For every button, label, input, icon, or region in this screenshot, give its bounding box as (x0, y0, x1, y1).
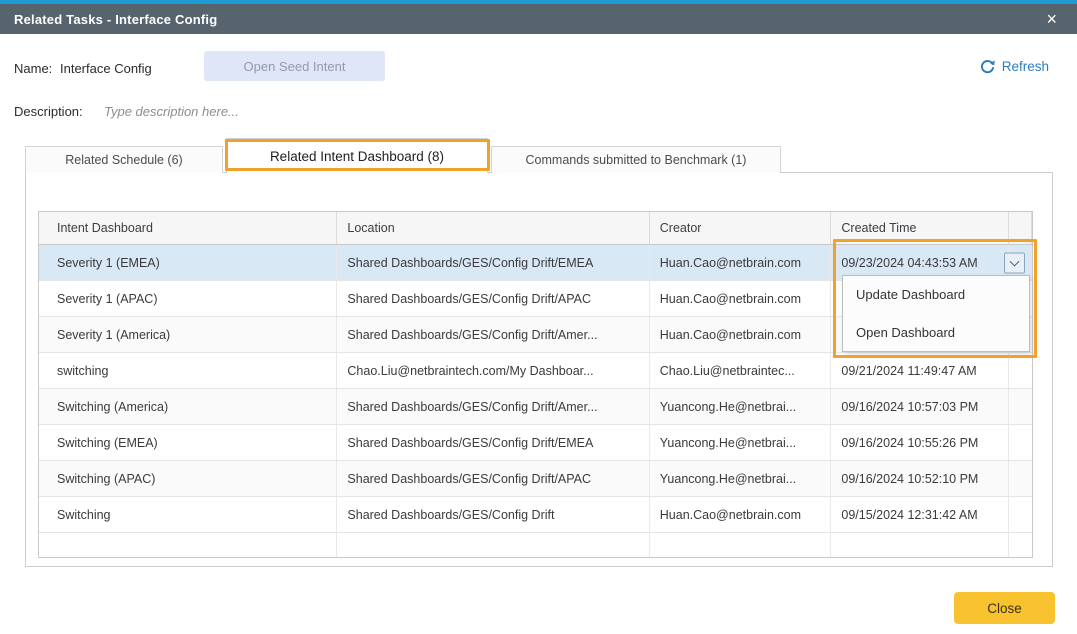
column-header-location[interactable]: Location (337, 212, 649, 244)
refresh-icon (980, 59, 995, 74)
table-row[interactable]: Switching (EMEA) Shared Dashboards/GES/C… (39, 425, 1032, 461)
refresh-label: Refresh (1002, 59, 1049, 74)
dialog-title: Related Tasks - Interface Config (14, 12, 217, 27)
cell-spacer (1009, 425, 1032, 460)
column-header-intent-dashboard[interactable]: Intent Dashboard (39, 212, 337, 244)
cell-creator: Chao.Liu@netbraintec... (650, 353, 832, 388)
created-time-value: 09/23/2024 04:43:53 AM (841, 256, 977, 270)
tab-commands-benchmark[interactable]: Commands submitted to Benchmark (1) (491, 146, 781, 173)
tab-related-schedule[interactable]: Related Schedule (6) (25, 146, 223, 173)
cell-spacer (1009, 353, 1032, 388)
cell-intent-dashboard: Severity 1 (America) (39, 317, 337, 352)
cell-location: Chao.Liu@netbraintech.com/My Dashboar... (337, 353, 649, 388)
cell-creator: Huan.Cao@netbrain.com (650, 317, 832, 352)
cell-location: Shared Dashboards/GES/Config Drift/APAC (337, 281, 649, 316)
cell-spacer (1009, 389, 1032, 424)
cell-creator: Huan.Cao@netbrain.com (650, 245, 832, 280)
cell-location: Shared Dashboards/GES/Config Drift/Amer.… (337, 317, 649, 352)
table-row[interactable]: Switching (America) Shared Dashboards/GE… (39, 389, 1032, 425)
cell-created-time: 09/16/2024 10:55:26 PM (831, 425, 1009, 460)
cell-creator: Yuancong.He@netbrai... (650, 461, 832, 496)
close-button[interactable]: Close (954, 592, 1055, 624)
cell-location: Shared Dashboards/GES/Config Drift/EMEA (337, 425, 649, 460)
cell-creator: Yuancong.He@netbrai... (650, 425, 832, 460)
table-header-row: Intent Dashboard Location Creator Create… (39, 212, 1032, 245)
intent-dashboard-table: Intent Dashboard Location Creator Create… (38, 211, 1033, 558)
cell-intent-dashboard: Switching (America) (39, 389, 337, 424)
cell-location: Shared Dashboards/GES/Config Drift/APAC (337, 461, 649, 496)
row-actions-dropdown-button[interactable] (1004, 252, 1025, 273)
cell-creator: Huan.Cao@netbrain.com (650, 497, 832, 532)
row-actions-dropdown-menu: Update Dashboard Open Dashboard (842, 275, 1030, 352)
column-header-created-time[interactable]: Created Time (831, 212, 1009, 244)
cell-intent-dashboard: Severity 1 (APAC) (39, 281, 337, 316)
cell-location: Shared Dashboards/GES/Config Drift/Amer.… (337, 389, 649, 424)
table-row[interactable]: switching Chao.Liu@netbraintech.com/My D… (39, 353, 1032, 389)
cell-created-time: 09/16/2024 10:52:10 PM (831, 461, 1009, 496)
cell-spacer (1009, 497, 1032, 532)
chevron-down-icon (1010, 256, 1020, 266)
tab-strip: Related Schedule (6) Related Intent Dash… (25, 138, 784, 173)
description-label: Description: (14, 104, 83, 119)
cell-location: Shared Dashboards/GES/Config Drift/EMEA (337, 245, 649, 280)
cell-created-time: 09/21/2024 11:49:47 AM (831, 353, 1009, 388)
cell-intent-dashboard: switching (39, 353, 337, 388)
column-header-spacer (1009, 212, 1032, 244)
cell-creator: Huan.Cao@netbrain.com (650, 281, 832, 316)
tab-related-intent-dashboard[interactable]: Related Intent Dashboard (8) (226, 138, 488, 173)
refresh-button[interactable]: Refresh (980, 59, 1049, 74)
cell-created-time: 09/15/2024 12:31:42 AM (831, 497, 1009, 532)
cell-intent-dashboard: Switching (39, 497, 337, 532)
cell-spacer (1009, 461, 1032, 496)
open-seed-intent-button[interactable]: Open Seed Intent (204, 51, 385, 81)
description-input[interactable]: Type description here... (104, 104, 404, 119)
cell-intent-dashboard: Switching (APAC) (39, 461, 337, 496)
cell-creator: Yuancong.He@netbrai... (650, 389, 832, 424)
cell-created-time: 09/16/2024 10:57:03 PM (831, 389, 1009, 424)
menu-item-update-dashboard[interactable]: Update Dashboard (843, 276, 1029, 314)
cell-location: Shared Dashboards/GES/Config Drift (337, 497, 649, 532)
tab-content-panel: Intent Dashboard Location Creator Create… (25, 172, 1053, 567)
table-row[interactable]: Switching Shared Dashboards/GES/Config D… (39, 497, 1032, 533)
menu-item-open-dashboard[interactable]: Open Dashboard (843, 314, 1029, 352)
cell-intent-dashboard: Severity 1 (EMEA) (39, 245, 337, 280)
cell-intent-dashboard: Switching (EMEA) (39, 425, 337, 460)
name-value: Interface Config (60, 61, 152, 76)
dialog-titlebar: Related Tasks - Interface Config × (0, 4, 1077, 34)
table-row[interactable]: Switching (APAC) Shared Dashboards/GES/C… (39, 461, 1032, 497)
table-empty-row (39, 533, 1032, 557)
name-label: Name: (14, 61, 52, 76)
close-icon[interactable]: × (1040, 10, 1063, 28)
related-tasks-dialog: Related Tasks - Interface Config × Name:… (0, 0, 1077, 634)
column-header-creator[interactable]: Creator (650, 212, 832, 244)
